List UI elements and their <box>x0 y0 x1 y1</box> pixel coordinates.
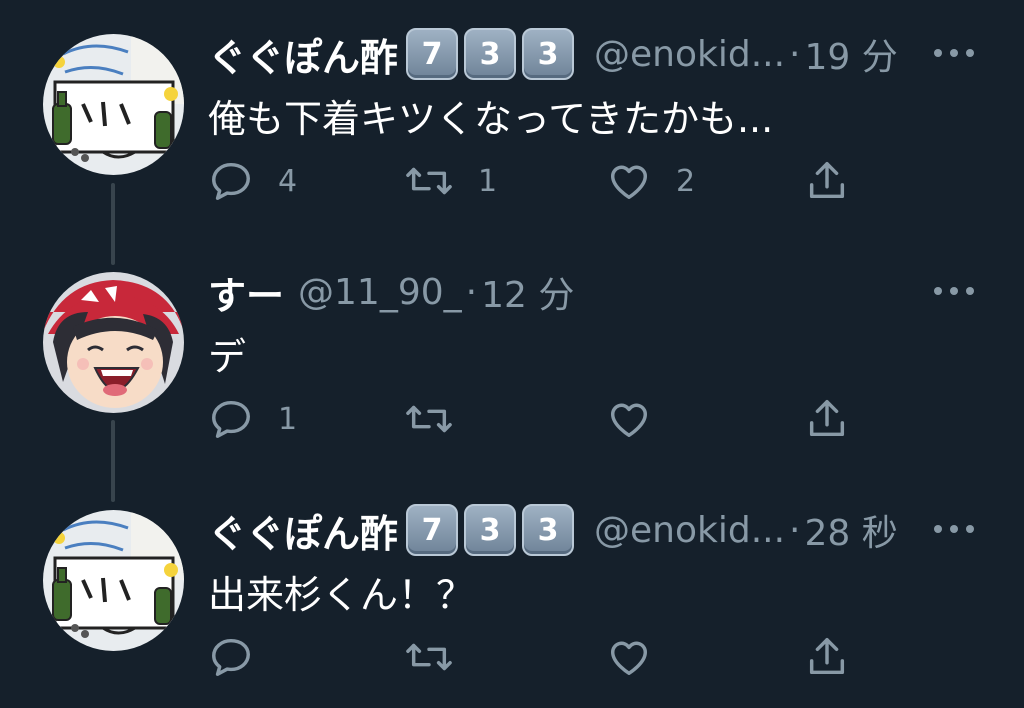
share-icon <box>809 162 845 199</box>
retweet-count: 1 <box>478 163 498 199</box>
bottle-character-avatar <box>43 34 184 175</box>
tweet[interactable]: ぐぐぽん酢 7 3 3 @enokid... · 19 分 俺も下着キツくなって… <box>0 0 1024 236</box>
reply-icon <box>212 162 250 200</box>
tweet[interactable]: すー @11_90_ · 12 分 デ 1 <box>0 238 1024 474</box>
tweet-actions: 1 <box>208 394 868 444</box>
tweet-header: すー @11_90_ · 12 分 <box>208 264 574 320</box>
tweet-text: 俺も下着キツくなってきたかも... <box>208 97 774 141</box>
tweet-header: ぐぐぽん酢 7 3 3 @enokid... · 28 秒 <box>208 502 898 558</box>
display-name[interactable]: ぐぐぽん酢 <box>208 503 398 558</box>
like-button[interactable]: 2 <box>606 156 695 206</box>
retweet-icon <box>406 405 452 433</box>
avatar[interactable] <box>43 272 184 413</box>
reply-button[interactable] <box>208 632 278 682</box>
retweet-button[interactable]: 1 <box>404 156 497 206</box>
timestamp[interactable]: 12 分 <box>481 266 574 318</box>
reply-count: 4 <box>278 163 298 199</box>
avatar[interactable] <box>43 510 184 651</box>
keycap-emoji: 3 <box>522 28 575 80</box>
like-count: 2 <box>676 163 696 199</box>
tweet-text: デ <box>208 335 247 379</box>
retweet-button[interactable] <box>404 394 478 444</box>
keycap-emoji: 3 <box>464 28 517 80</box>
keycap-emoji-group: 7 3 3 <box>406 28 580 80</box>
retweet-button[interactable] <box>404 632 478 682</box>
separator-dot: · <box>789 509 801 551</box>
timestamp[interactable]: 28 秒 <box>805 504 898 556</box>
more-icon[interactable] <box>934 38 974 68</box>
tweet[interactable]: ぐぐぽん酢 7 3 3 @enokid... · 28 秒 出来杉くん！？ <box>0 476 1024 708</box>
share-button[interactable] <box>804 394 850 444</box>
reply-button[interactable]: 1 <box>208 394 297 444</box>
display-name[interactable]: ぐぐぽん酢 <box>208 27 398 82</box>
keycap-emoji: 3 <box>522 504 575 556</box>
timestamp[interactable]: 19 分 <box>805 28 898 80</box>
avatar[interactable] <box>43 34 184 175</box>
separator-dot: · <box>789 33 801 75</box>
user-handle[interactable]: @enokid... <box>594 510 785 551</box>
conversation-thread: ぐぐぽん酢 7 3 3 @enokid... · 19 分 俺も下着キツくなって… <box>0 0 1024 708</box>
tweet-text: 出来杉くん！？ <box>208 573 475 617</box>
share-icon <box>809 638 845 675</box>
user-handle[interactable]: @11_90_ <box>298 272 462 313</box>
share-icon <box>809 400 845 437</box>
keycap-emoji-group: 7 3 3 <box>406 504 580 556</box>
separator-dot: · <box>465 271 478 313</box>
share-button[interactable] <box>804 156 850 206</box>
reply-count: 1 <box>278 401 298 437</box>
retweet-icon <box>406 643 452 671</box>
share-button[interactable] <box>804 632 850 682</box>
like-button[interactable] <box>606 394 676 444</box>
bottle-character-avatar <box>43 510 184 651</box>
laughing-girl-avatar <box>43 272 184 413</box>
more-icon[interactable] <box>934 514 974 544</box>
display-name[interactable]: すー <box>208 265 284 320</box>
heart-icon <box>610 403 648 438</box>
keycap-emoji: 3 <box>464 504 517 556</box>
keycap-emoji: 7 <box>406 28 459 80</box>
reply-icon <box>212 400 250 438</box>
like-button[interactable] <box>606 632 676 682</box>
user-handle[interactable]: @enokid... <box>594 34 785 75</box>
keycap-emoji: 7 <box>406 504 459 556</box>
heart-icon <box>610 641 648 676</box>
more-icon[interactable] <box>934 276 974 306</box>
reply-icon <box>212 638 250 676</box>
retweet-icon <box>406 167 452 195</box>
tweet-actions <box>208 632 868 682</box>
tweet-actions: 4 1 2 <box>208 156 868 206</box>
tweet-header: ぐぐぽん酢 7 3 3 @enokid... · 19 分 <box>208 26 898 82</box>
reply-button[interactable]: 4 <box>208 156 297 206</box>
heart-icon <box>610 165 648 200</box>
